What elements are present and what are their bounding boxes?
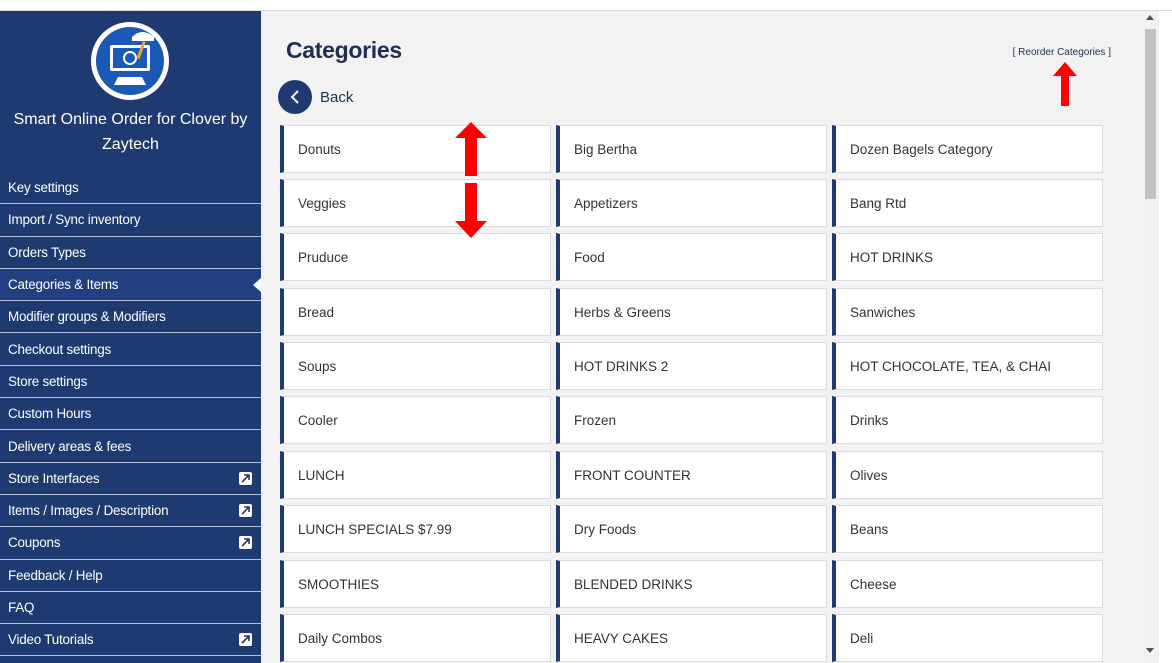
sidebar-item-items-images[interactable]: Items / Images / Description (0, 495, 261, 528)
category-tile[interactable]: Frozen (556, 396, 827, 444)
sidebar-item-coupons[interactable]: Coupons (0, 527, 261, 560)
scroll-up-arrow-icon[interactable] (1146, 15, 1154, 20)
sidebar-menu: Key settings Import / Sync inventory Ord… (0, 172, 261, 657)
sidebar-item-video-tutorials[interactable]: Video Tutorials (0, 624, 261, 657)
main-content: Categories [ Reorder Categories ] Back D… (261, 11, 1142, 663)
external-link-icon (239, 471, 252, 485)
category-tile[interactable]: Appetizers (556, 179, 827, 227)
category-tile[interactable]: Veggies (280, 179, 551, 227)
category-tile[interactable]: HOT DRINKS (832, 233, 1103, 281)
category-tile[interactable]: Big Bertha (556, 125, 827, 173)
sidebar-item-key-settings[interactable]: Key settings (0, 172, 261, 205)
category-tile[interactable]: BLENDED DRINKS (556, 560, 827, 608)
sidebar-item-import-sync[interactable]: Import / Sync inventory (0, 204, 261, 237)
arrow-down-annotation-drag (455, 183, 487, 238)
sidebar-item-label: Items / Images / Description (8, 503, 169, 519)
sidebar-item-label: Modifier groups & Modifiers (8, 309, 166, 325)
sidebar-item-label: Key settings (8, 180, 79, 196)
page-title: Categories (286, 37, 402, 63)
brand-title: Smart Online Order for Clover by Zaytech (13, 111, 248, 153)
category-tile[interactable]: Dozen Bagels Category (832, 125, 1103, 173)
sidebar-item-label: Store Interfaces (8, 470, 100, 486)
back-button[interactable] (278, 80, 312, 114)
sidebar-item-store-interfaces[interactable]: Store Interfaces (0, 463, 261, 495)
category-tile[interactable]: Cooler (280, 396, 551, 444)
sidebar-item-faq[interactable]: FAQ (0, 592, 261, 625)
external-link-icon (239, 633, 252, 647)
category-tile[interactable]: Sanwiches (832, 288, 1103, 336)
category-tile[interactable]: Bread (280, 288, 551, 336)
sidebar-item-label: Feedback / Help (8, 567, 103, 583)
scrollbar-thumb[interactable] (1145, 29, 1156, 199)
category-tile[interactable]: SMOOTHIES (280, 560, 551, 608)
category-tile[interactable]: HEAVY CAKES (556, 614, 827, 662)
category-tile[interactable]: HOT CHOCOLATE, TEA, & CHAI (832, 342, 1103, 390)
sidebar-item-label: Categories & Items (8, 277, 119, 293)
sidebar-item-label: Video Tutorials (8, 632, 94, 648)
sidebar-item-label: Store settings (8, 373, 88, 389)
category-tile[interactable]: Deli (832, 614, 1103, 662)
category-tile[interactable]: Donuts (280, 125, 551, 173)
sidebar: Smart Online Order for Clover by Zaytech… (0, 11, 261, 663)
arrow-up-annotation-reorder (1053, 62, 1077, 106)
arrow-up-annotation-drag (455, 122, 487, 176)
sidebar-item-checkout-settings[interactable]: Checkout settings (0, 333, 261, 366)
sidebar-item-store-settings[interactable]: Store settings (0, 366, 261, 399)
sidebar-item-categories-items[interactable]: Categories & Items (0, 268, 261, 302)
category-tile[interactable]: Pruduce (280, 233, 551, 281)
category-tile[interactable]: Drinks (832, 396, 1103, 444)
sidebar-item-label: Import / Sync inventory (8, 212, 141, 228)
back-label[interactable]: Back (320, 89, 353, 106)
reorder-categories-link[interactable]: [ Reorder Categories ] (1013, 47, 1111, 58)
category-tile[interactable]: FRONT COUNTER (556, 451, 827, 499)
sidebar-item-label: Orders Types (8, 244, 86, 260)
category-tile[interactable]: LUNCH SPECIALS $7.99 (280, 505, 551, 553)
vertical-scrollbar[interactable] (1142, 11, 1159, 663)
category-tile[interactable]: LUNCH (280, 451, 551, 499)
external-link-icon (239, 503, 252, 517)
sidebar-item-label: Coupons (8, 535, 61, 551)
category-tile[interactable]: Beans (832, 505, 1103, 553)
scroll-down-arrow-icon[interactable] (1146, 648, 1154, 653)
sidebar-item-label: Custom Hours (8, 406, 92, 422)
category-tile[interactable]: Daily Combos (280, 614, 551, 662)
sidebar-item-label: Delivery areas & fees (8, 438, 132, 454)
external-link-icon (239, 536, 252, 550)
category-tile[interactable]: Cheese (832, 560, 1103, 608)
category-tile[interactable]: Olives (832, 451, 1103, 499)
app-window: Smart Online Order for Clover by Zaytech… (0, 0, 1172, 663)
top-border (0, 0, 1172, 11)
category-tile[interactable]: Herbs & Greens (556, 288, 827, 336)
sidebar-item-modifiers[interactable]: Modifier groups & Modifiers (0, 301, 261, 334)
category-tile[interactable]: Food (556, 233, 827, 281)
brand-logo (88, 19, 172, 103)
chevron-left-icon (290, 90, 299, 104)
sidebar-item-label: FAQ (8, 600, 35, 615)
category-tile[interactable]: HOT DRINKS 2 (556, 342, 827, 390)
sidebar-item-custom-hours[interactable]: Custom Hours (0, 398, 261, 431)
sidebar-item-feedback-help[interactable]: Feedback / Help (0, 560, 261, 592)
sidebar-item-delivery-areas[interactable]: Delivery areas & fees (0, 430, 261, 463)
sidebar-item-order-types[interactable]: Orders Types (0, 237, 261, 269)
category-tile[interactable]: Soups (280, 342, 551, 390)
category-tile[interactable]: Bang Rtd (832, 179, 1103, 227)
right-gutter (1159, 11, 1172, 663)
category-tile[interactable]: Dry Foods (556, 505, 827, 553)
active-caret-icon (253, 277, 261, 292)
sidebar-item-label: Checkout settings (8, 341, 112, 357)
